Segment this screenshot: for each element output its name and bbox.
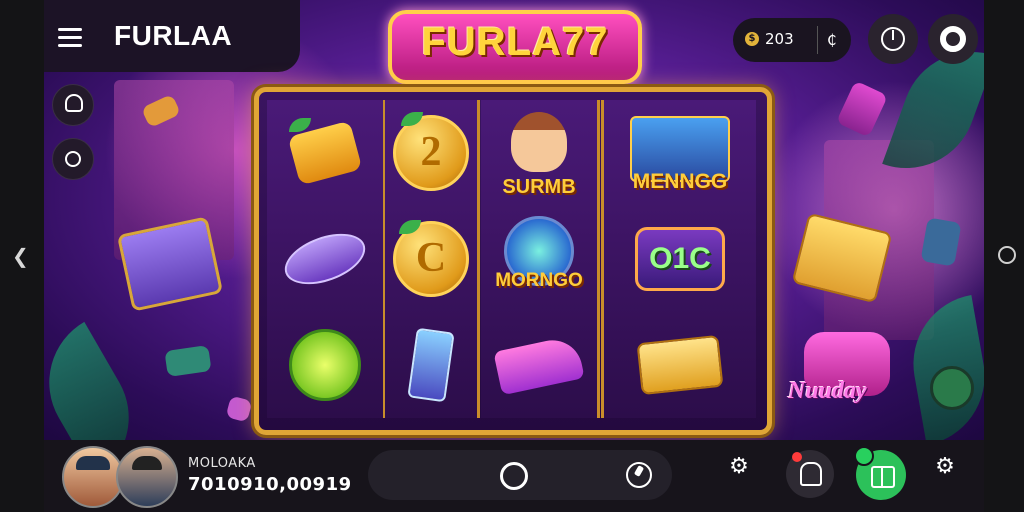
reel-cell: [267, 100, 383, 206]
side-key-button[interactable]: [52, 84, 94, 126]
reel-cell: [604, 312, 756, 418]
autoplay-icon[interactable]: [626, 462, 652, 488]
reel-4: MENNGG O1C: [601, 100, 756, 418]
phone-symbol: [407, 327, 455, 403]
wallet-icon[interactable]: ₵: [827, 31, 837, 49]
background-leaf: [44, 321, 155, 440]
floating-wallet: [164, 345, 212, 377]
reel-cell: [481, 312, 597, 418]
notification-dot: [792, 452, 802, 462]
purple-plate-symbol: [278, 223, 372, 295]
symbol-label: MORNGO: [495, 270, 583, 291]
friend-avatar[interactable]: [116, 446, 178, 508]
balance-pill[interactable]: $ 203 ₵: [733, 18, 851, 62]
reel-cell: MORNGO: [481, 206, 597, 312]
clock-hand: [892, 30, 894, 40]
reel-cell: MENNGG: [604, 100, 756, 206]
record-icon: [940, 26, 966, 52]
reel-cell: 2: [385, 100, 477, 206]
clock-button[interactable]: [868, 14, 918, 64]
reel-cell: [385, 312, 477, 418]
spin-icon[interactable]: [500, 462, 528, 490]
settings-icon[interactable]: ⚙: [932, 454, 958, 480]
symbol-label: MENNGG: [632, 170, 728, 193]
player-name: MOLOAKA: [188, 456, 256, 471]
gift-badge: [854, 446, 874, 466]
key-icon: [65, 94, 83, 112]
gift-button[interactable]: [854, 446, 906, 500]
game-logo: FURLA77: [388, 10, 642, 84]
reel-cell: [267, 206, 383, 312]
scarf-symbol: [493, 334, 585, 396]
coin-letter: C: [415, 235, 447, 281]
reel-1: [267, 100, 386, 418]
floating-badge: [930, 366, 974, 410]
reels-frame: 2 C SURMB MORNGO MENNGG O1C: [254, 87, 772, 435]
avatar-hair: [132, 456, 162, 470]
spin-control-pill: [368, 450, 672, 500]
notifications-button[interactable]: [786, 450, 834, 498]
symbol-label: Nuuday: [788, 378, 867, 404]
symbol-label: SURMB: [502, 176, 576, 198]
player-balance: 7010910,00919: [188, 474, 352, 495]
logo-text: FURLA77: [421, 20, 609, 64]
record-button[interactable]: [928, 14, 978, 64]
gear-icon[interactable]: ⚙: [726, 454, 752, 480]
floating-gem: [225, 395, 253, 423]
coin-letter: 2: [420, 129, 442, 175]
character-portrait: [511, 112, 567, 173]
avatar-hat: [76, 456, 110, 470]
reel-cell: C: [385, 206, 477, 312]
reel-cell: [267, 312, 383, 418]
home-circle-icon[interactable]: [998, 246, 1016, 264]
divider: [817, 26, 818, 54]
brand-label: FURLAA: [114, 20, 233, 51]
player-avatar[interactable]: [62, 446, 124, 508]
side-timer-button[interactable]: [52, 138, 94, 180]
left-frame: ❮: [0, 0, 44, 512]
timer-icon: [65, 151, 81, 167]
hamburger-icon[interactable]: [58, 28, 82, 52]
reel-cell: SURMB: [481, 100, 597, 206]
symbol-label: O1C: [649, 242, 711, 275]
back-chevron-icon[interactable]: ❮: [12, 244, 29, 268]
gift-icon: [871, 466, 895, 488]
gold-coin-symbol: 2: [393, 115, 469, 191]
lime-slice-symbol: [289, 329, 361, 401]
bottom-bar: MOLOAKA 7010910,00919 ⚙ ⚙: [44, 440, 984, 512]
cake-symbol: [636, 334, 724, 396]
leaf-icon: [289, 118, 311, 132]
reel-cell: O1C: [604, 206, 756, 312]
bell-icon: [800, 462, 822, 486]
reel-2: 2 C: [385, 100, 480, 418]
coin-icon: $: [745, 32, 759, 46]
balance-value: 203: [765, 30, 794, 48]
reel-3: SURMB MORNGO: [481, 100, 600, 418]
top-left-panel: FURLAA: [44, 0, 300, 72]
